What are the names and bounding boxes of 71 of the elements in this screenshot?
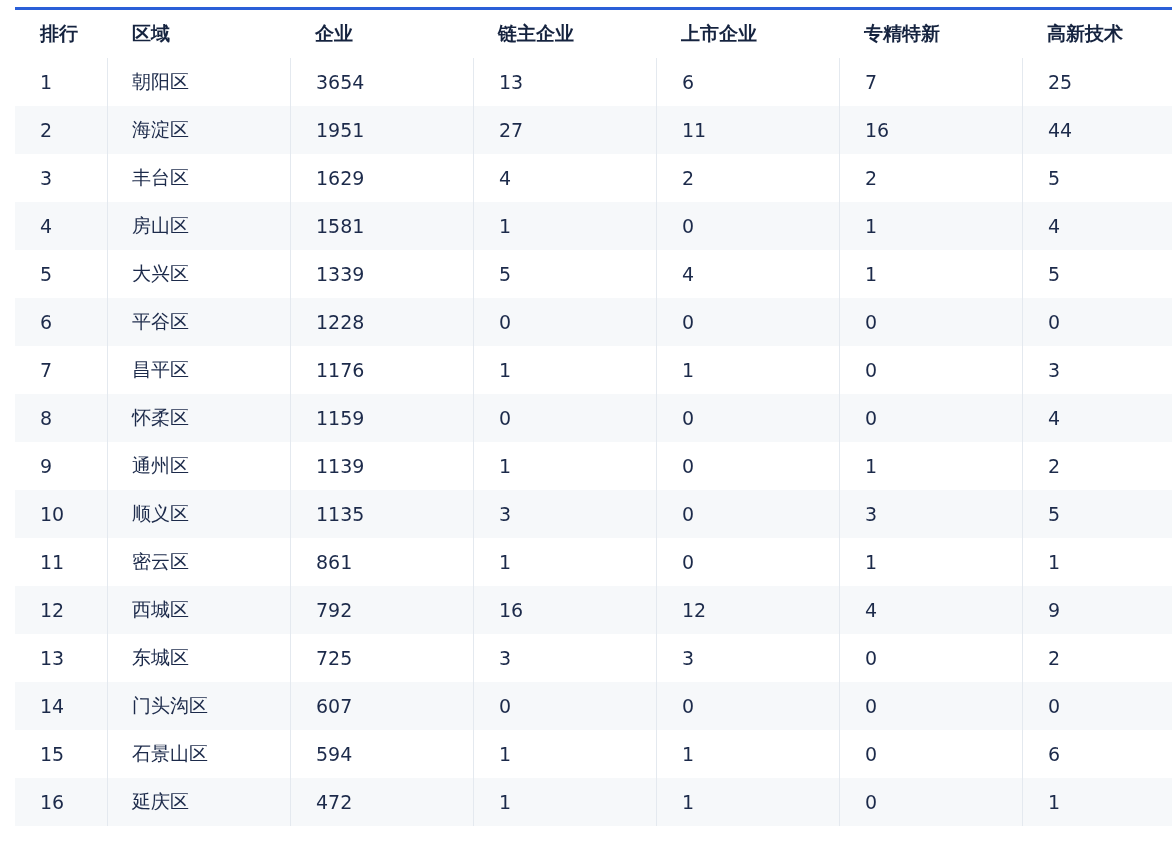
table-cell: 5 [1022, 490, 1172, 538]
table-cell: 西城区 [107, 586, 290, 634]
table-cell: 0 [656, 394, 839, 442]
table-cell-text: 8 [39, 406, 54, 431]
table-cell-text: 1 [39, 70, 54, 95]
table-cell: 0 [656, 490, 839, 538]
table-cell-text: 10 [39, 502, 66, 527]
table-cell: 792 [290, 586, 473, 634]
table-cell-text: 2 [39, 118, 54, 143]
column-header: 高新技术 [1046, 21, 1124, 46]
table-cell: 4 [1022, 202, 1172, 250]
table-cell: 16 [839, 106, 1022, 154]
table-cell-text: 3 [39, 166, 54, 191]
table-cell: 0 [839, 394, 1022, 442]
table-cell: 0 [473, 394, 656, 442]
column-header: 区域 [131, 21, 171, 46]
table-cell-text: 16 [39, 790, 66, 815]
table-cell: 0 [656, 682, 839, 730]
table-cell: 4 [1022, 394, 1172, 442]
table-cell: 44 [1022, 106, 1172, 154]
table-cell: 平谷区 [107, 298, 290, 346]
table-cell: 0 [656, 298, 839, 346]
table-cell-text: 11 [39, 550, 66, 575]
table-cell: 0 [473, 682, 656, 730]
table-cell: 0 [839, 682, 1022, 730]
table-cell: 472 [290, 778, 473, 826]
table-cell: 1228 [290, 298, 473, 346]
table-cell: 3 [839, 490, 1022, 538]
table-cell-text: 6 [39, 310, 54, 335]
column-header: 上市企业 [680, 21, 758, 46]
table-cell-text: 12 [39, 598, 66, 623]
table-cell: 16 [473, 586, 656, 634]
table-cell: 1 [473, 202, 656, 250]
table-cell: 0 [1022, 682, 1172, 730]
table-cell: 门头沟区 [107, 682, 290, 730]
table-cell-text: 15 [39, 742, 66, 767]
table-cell: 9 [1022, 586, 1172, 634]
column-header: 专精特新 [863, 21, 941, 46]
column-header: 企业 [314, 21, 354, 46]
table-cell: 房山区 [107, 202, 290, 250]
table-cell: 海淀区 [107, 106, 290, 154]
table-cell: 0 [656, 202, 839, 250]
table-cell-text: 14 [39, 694, 66, 719]
table-cell: 0 [839, 778, 1022, 826]
table-cell-text: 7 [39, 358, 54, 383]
table-cell: 27 [473, 106, 656, 154]
table-cell-text: 9 [39, 454, 54, 479]
table-cell: 1581 [290, 202, 473, 250]
table-cell: 3 [473, 490, 656, 538]
table-cell: 0 [473, 298, 656, 346]
table-cell: 4 [839, 586, 1022, 634]
table-cell: 1 [473, 778, 656, 826]
column-header: 排行 [38, 21, 79, 46]
table-cell: 延庆区 [107, 778, 290, 826]
table-cell: 0 [1022, 298, 1172, 346]
table-cell: 1 [656, 778, 839, 826]
table-cell: 12 [656, 586, 839, 634]
table-cell: 11 [656, 106, 839, 154]
table-cell: 1135 [290, 490, 473, 538]
table-cell: 1 [1022, 778, 1172, 826]
table-cell: 1951 [290, 106, 473, 154]
table-cell: 1 [839, 202, 1022, 250]
table-cell-text: 4 [39, 214, 54, 239]
table-cell: 0 [839, 298, 1022, 346]
table-cell: 顺义区 [107, 490, 290, 538]
table-cell: 怀柔区 [107, 394, 290, 442]
table-cell: 607 [290, 682, 473, 730]
table-cell: 1159 [290, 394, 473, 442]
table-cell-text: 5 [39, 262, 54, 287]
column-header: 链主企业 [496, 21, 575, 46]
table-cell-text: 13 [39, 646, 66, 671]
